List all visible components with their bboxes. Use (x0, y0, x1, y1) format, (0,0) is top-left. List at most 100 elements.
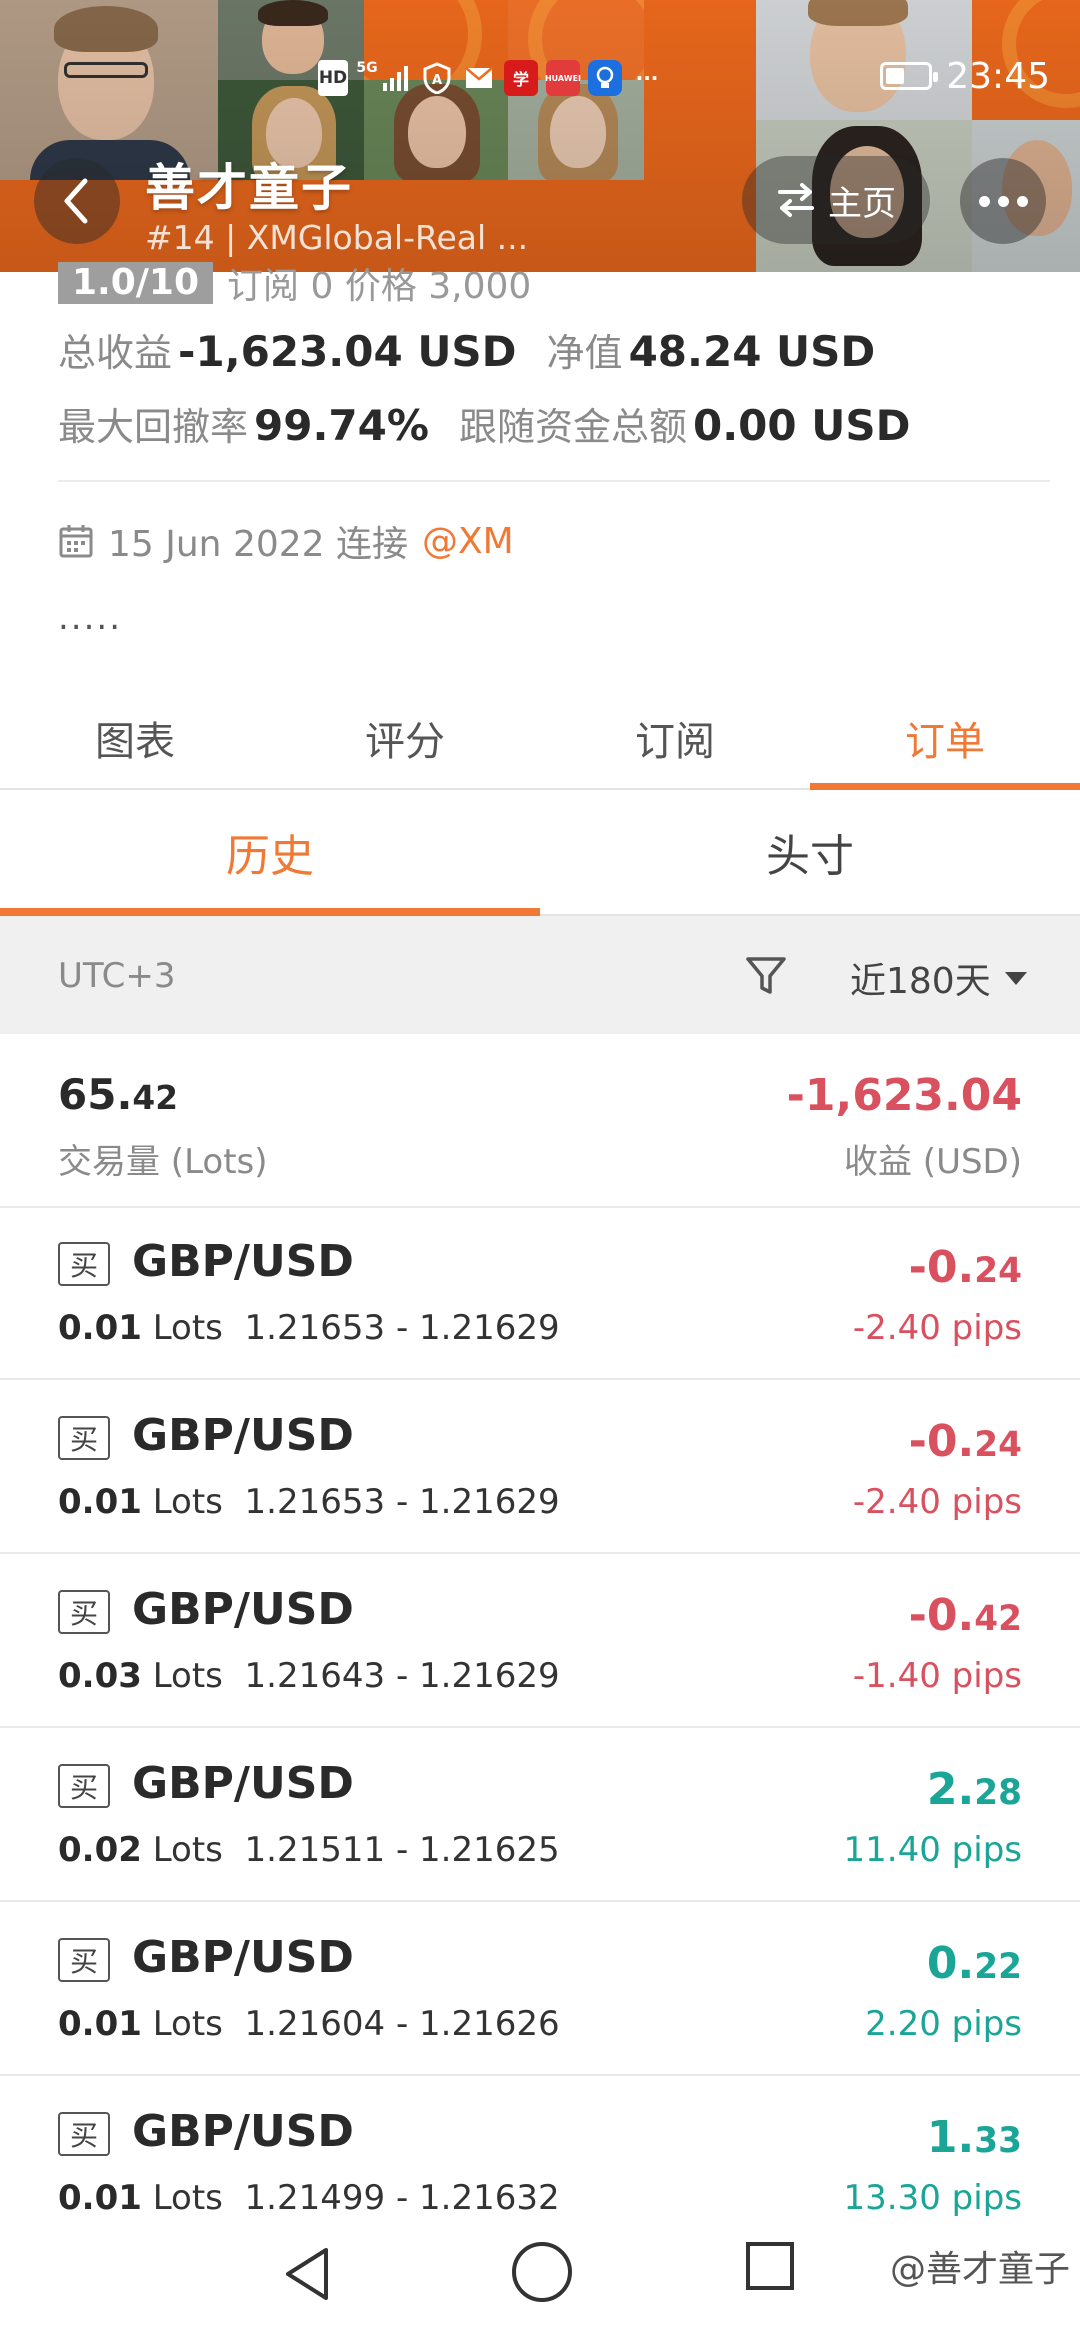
order-pips: -1.40 pips (852, 1656, 1022, 1696)
account-id: #14 | XMGlobal-Real ... (145, 218, 529, 257)
list-item[interactable]: 买 GBP/USD 0.01 Lots 1.21653 - 1.21629 -0… (0, 1380, 1080, 1554)
volume-value: 65.42 (58, 1070, 178, 1119)
order-profit: -0.42 (908, 1590, 1022, 1641)
calendar-icon (59, 525, 93, 558)
system-nav-bar: @善才童子 (0, 2220, 1080, 2340)
order-detail: 0.01 Lots 1.21653 - 1.21629 (58, 1482, 560, 1522)
rating-ratio: 1.0/10 (58, 262, 214, 304)
connect-date: 15 Jun 2022 连接 (108, 524, 409, 565)
order-detail: 0.02 Lots 1.21511 - 1.21625 (58, 1830, 560, 1870)
buy-badge: 买 (58, 2112, 110, 2156)
swap-icon (778, 183, 814, 217)
list-item[interactable]: 买 GBP/USD 0.01 Lots 1.21653 - 1.21629 -0… (0, 1206, 1080, 1380)
more-notifications-icon: ··· (635, 66, 659, 90)
subtab-positions[interactable]: 头寸 (540, 790, 1080, 914)
back-button[interactable] (34, 158, 120, 244)
order-detail: 0.01 Lots 1.21653 - 1.21629 (58, 1308, 560, 1348)
date-range-value: 近180天 (850, 961, 991, 1002)
tab-chart[interactable]: 图表 (0, 688, 270, 788)
follow-total-label: 跟随资金总额 (458, 405, 687, 449)
order-profit: -0.24 (908, 1416, 1022, 1467)
order-pips: 2.20 pips (865, 2004, 1022, 2044)
symbol: GBP/USD (132, 2106, 354, 2157)
profit-value: -1,623.04 (786, 1070, 1022, 1121)
shield-icon: A (420, 60, 454, 96)
symbol: GBP/USD (132, 1932, 354, 1983)
order-pips: -2.40 pips (852, 1308, 1022, 1348)
follow-total-value: 0.00 USD (692, 401, 911, 450)
bio-text: ..... (58, 598, 123, 638)
order-detail: 0.03 Lots 1.21643 - 1.21629 (58, 1656, 560, 1696)
status-bar: HD 5G A 学 HUAWEI ··· 23:45 (0, 0, 1080, 110)
clock: 23:45 (946, 56, 1050, 97)
mail-icon (462, 60, 496, 96)
total-profit-label: 总收益 (58, 331, 173, 375)
volume-label: 交易量 (Lots) (58, 1142, 268, 1182)
equity-label: 净值 (546, 331, 623, 375)
subscription-summary: 1.0/10 订阅 0 价格 3,000 (58, 262, 531, 307)
tab-orders[interactable]: 订单 (810, 688, 1080, 790)
buy-badge: 买 (58, 1416, 110, 1460)
hd-icon: HD (318, 60, 348, 96)
max-drawdown-label: 最大回撤率 (58, 405, 249, 449)
home-button-label: 主页 (828, 183, 896, 224)
symbol: GBP/USD (132, 1236, 354, 1287)
connection-info: 15 Jun 2022 连接 @XM (58, 515, 514, 567)
bulb-icon (588, 60, 622, 96)
order-pips: 13.30 pips (843, 2178, 1022, 2218)
buy-badge: 买 (58, 1590, 110, 1634)
order-profit: 0.22 (926, 1938, 1022, 1989)
buy-badge: 买 (58, 1242, 110, 1286)
main-tabs: 图表 评分 订阅 订单 (0, 688, 1080, 790)
profile-banner: HD 5G A 学 HUAWEI ··· 23:45 善才童子 #14 | XM… (0, 0, 1080, 272)
drawdown-row: 最大回撤率 99.74% 跟随资金总额 0.00 USD (58, 396, 940, 451)
subtab-history[interactable]: 历史 (0, 790, 540, 916)
app-icon: 学 (504, 60, 538, 96)
divider (58, 480, 1050, 482)
list-item[interactable]: 买 GBP/USD 0.01 Lots 1.21604 - 1.21626 0.… (0, 1902, 1080, 2076)
max-drawdown-value: 99.74% (254, 401, 429, 450)
subscription-price-text: 订阅 0 价格 3,000 (227, 266, 532, 307)
timezone-label: UTC+3 (58, 956, 176, 996)
list-item[interactable]: 买 GBP/USD 0.02 Lots 1.21511 - 1.21625 2.… (0, 1728, 1080, 1902)
broker-link[interactable]: @XM (422, 521, 514, 562)
tab-subscribe[interactable]: 订阅 (540, 688, 810, 788)
date-range-dropdown[interactable]: 近180天 (850, 952, 1027, 1004)
order-detail: 0.01 Lots 1.21604 - 1.21626 (58, 2004, 560, 2044)
nav-recents-icon[interactable] (746, 2242, 794, 2290)
symbol: GBP/USD (132, 1584, 354, 1635)
huawei-icon: HUAWEI (545, 60, 581, 96)
list-item[interactable]: 买 GBP/USD 0.03 Lots 1.21643 - 1.21629 -0… (0, 1554, 1080, 1728)
signal-icon (380, 60, 412, 96)
network-5g-icon: 5G (356, 60, 378, 76)
order-profit: 2.28 (926, 1764, 1022, 1815)
svg-text:A: A (432, 73, 442, 88)
total-profit-value: -1,623.04 USD (178, 327, 517, 376)
order-list: 买 GBP/USD 0.01 Lots 1.21653 - 1.21629 -0… (0, 1206, 1080, 2250)
order-profit: 1.33 (926, 2112, 1022, 2163)
buy-badge: 买 (58, 1938, 110, 1982)
caret-down-icon (1004, 971, 1027, 985)
profile-name: 善才童子 (145, 159, 353, 217)
filter-bar: UTC+3 近180天 (0, 916, 1080, 1034)
history-summary: 65.42 交易量 (Lots) -1,623.04 收益 (USD) (0, 1034, 1080, 1208)
symbol: GBP/USD (132, 1758, 354, 1809)
equity-value: 48.24 USD (628, 327, 876, 376)
home-button[interactable]: 主页 (742, 156, 930, 244)
order-pips: 11.40 pips (843, 1830, 1022, 1870)
filter-icon[interactable] (744, 954, 788, 1002)
order-subtabs: 历史 头寸 (0, 790, 1080, 916)
more-button[interactable] (960, 158, 1046, 244)
order-profit: -0.24 (908, 1242, 1022, 1293)
tab-rating[interactable]: 评分 (270, 688, 540, 788)
profit-equity-row: 总收益 -1,623.04 USD 净值 48.24 USD (58, 322, 905, 377)
watermark: @善才童子 (889, 2249, 1070, 2290)
symbol: GBP/USD (132, 1410, 354, 1461)
battery-icon (880, 62, 938, 90)
nav-home-icon[interactable] (512, 2242, 572, 2302)
profit-label: 收益 (USD) (844, 1142, 1022, 1182)
nav-back-icon[interactable] (282, 2246, 332, 2302)
chevron-left-icon (64, 178, 88, 224)
buy-badge: 买 (58, 1764, 110, 1808)
order-detail: 0.01 Lots 1.21499 - 1.21632 (58, 2178, 560, 2218)
